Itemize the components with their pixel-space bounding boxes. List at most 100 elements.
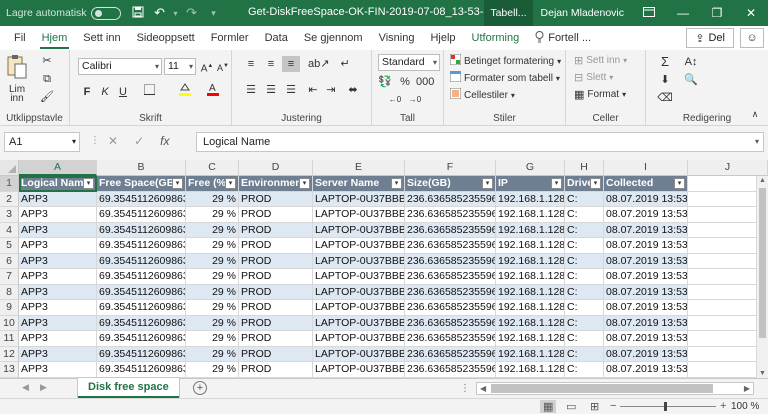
row-header-2[interactable]: 2 [0, 191, 19, 207]
table-cell[interactable]: 29 % [186, 253, 239, 269]
row-header-13[interactable]: 13 [0, 362, 19, 378]
number-format-select[interactable]: Standard ▾ [378, 54, 440, 71]
table-cell[interactable]: APP3 [19, 253, 97, 269]
table-cell[interactable]: 69.3545112609863 [97, 269, 186, 285]
table-header-cell[interactable]: Logical Name ▾ [19, 176, 97, 192]
align-right-icon[interactable]: ☰ [282, 82, 300, 98]
increase-indent-icon[interactable]: ⇥ [322, 82, 340, 98]
column-header-b[interactable]: B [97, 160, 186, 176]
row-header-11[interactable]: 11 [0, 331, 19, 347]
table-cell[interactable]: 08.07.2019 13:53 [604, 300, 688, 316]
table-cell[interactable]: 29 % [186, 346, 239, 362]
table-cell[interactable]: APP3 [19, 315, 97, 331]
column-header-j[interactable]: J [688, 160, 768, 176]
table-cell[interactable]: 192.168.1.128 [496, 253, 565, 269]
decrease-decimal-icon[interactable]: →0 [406, 92, 424, 108]
table-cell[interactable]: 192.168.1.128 [496, 315, 565, 331]
table-cell[interactable]: 192.168.1.128 [496, 207, 565, 223]
table-cell[interactable]: 08.07.2019 13:53 [604, 269, 688, 285]
shrink-font-icon[interactable]: A▼ [214, 58, 232, 74]
table-cell[interactable]: 08.07.2019 13:53 [604, 331, 688, 347]
table-cell[interactable]: 08.07.2019 13:53 [604, 362, 688, 378]
column-header-c[interactable]: C [186, 160, 239, 176]
row-header-5[interactable]: 5 [0, 238, 19, 254]
table-cell[interactable]: 236.636585235596 [405, 191, 496, 207]
align-bottom-icon[interactable]: ≡ [282, 56, 300, 72]
table-cell[interactable]: C: [565, 207, 604, 223]
italic-button[interactable]: K [96, 84, 114, 100]
table-cell[interactable]: APP3 [19, 346, 97, 362]
table-header-cell[interactable]: Free (%) ▾ [186, 176, 239, 192]
tab-home[interactable]: Hjem [34, 26, 76, 50]
align-center-icon[interactable]: ☰ [262, 82, 280, 98]
zoom-out-button[interactable]: − [610, 400, 616, 412]
comments-button[interactable]: ☺ [740, 28, 764, 48]
table-cell[interactable]: LAPTOP-0U37BBBD [313, 284, 405, 300]
table-cell[interactable]: 29 % [186, 300, 239, 316]
table-cell[interactable]: C: [565, 331, 604, 347]
tab-page-layout[interactable]: Sideoppsett [129, 26, 203, 50]
row-header-10[interactable]: 10 [0, 315, 19, 331]
minimize-button[interactable]: — [666, 6, 700, 20]
table-cell[interactable]: 192.168.1.128 [496, 269, 565, 285]
autosum-icon[interactable]: Σ [656, 54, 674, 70]
bold-button[interactable]: F [78, 84, 96, 100]
normal-view-icon[interactable]: ▦ [540, 400, 557, 413]
table-cell[interactable]: 69.3545112609863 [97, 253, 186, 269]
table-cell[interactable]: 69.3545112609863 [97, 207, 186, 223]
orientation-icon[interactable]: ab↗ [308, 56, 329, 72]
vertical-scroll-thumb[interactable] [759, 188, 766, 338]
table-cell[interactable]: LAPTOP-0U37BBBD [313, 253, 405, 269]
thousands-icon[interactable]: 000 [416, 74, 434, 90]
column-header-f[interactable]: F [405, 160, 496, 176]
table-cell[interactable]: LAPTOP-0U37BBBD [313, 315, 405, 331]
filter-dropdown-icon[interactable]: ▾ [482, 178, 493, 189]
zoom-level[interactable]: 100 % [731, 401, 759, 412]
tab-help[interactable]: Hjelp [422, 26, 463, 50]
merge-center-icon[interactable]: ⬌ [344, 82, 362, 98]
table-cell[interactable]: C: [565, 362, 604, 378]
align-middle-icon[interactable]: ≡ [262, 56, 280, 72]
delete-cells-button[interactable]: ⊟ Slett ▾ [574, 71, 613, 84]
font-size-select[interactable]: 11 ▾ [164, 58, 196, 75]
table-header-cell[interactable]: Environment ▾ [239, 176, 313, 192]
align-left-icon[interactable]: ☰ [242, 82, 260, 98]
insert-function-icon[interactable]: fx [160, 134, 169, 148]
table-cell[interactable]: APP3 [19, 238, 97, 254]
table-cell[interactable]: 08.07.2019 13:53 [604, 284, 688, 300]
filter-dropdown-icon[interactable]: ▾ [83, 178, 94, 189]
table-cell[interactable]: C: [565, 284, 604, 300]
save-icon[interactable] [127, 6, 149, 21]
horizontal-scrollbar[interactable]: ◀ ▶ [476, 382, 754, 395]
table-cell[interactable]: 192.168.1.128 [496, 191, 565, 207]
table-cell[interactable]: PROD [239, 207, 313, 223]
table-cell[interactable]: 69.3545112609863 [97, 362, 186, 378]
table-cell[interactable]: LAPTOP-0U37BBBD [313, 222, 405, 238]
format-painter-icon[interactable]: 🖌 [38, 89, 56, 105]
currency-icon[interactable]: 💱 [376, 74, 394, 90]
table-header-cell[interactable]: Drive ▾ [565, 176, 604, 192]
table-header-cell[interactable]: IP ▾ [496, 176, 565, 192]
enter-icon[interactable]: ✓ [134, 134, 144, 148]
paste-button[interactable]: Lim inn [6, 54, 28, 104]
scroll-left-tabs-icon[interactable]: ◀ [22, 382, 29, 393]
add-sheet-button[interactable]: + [193, 381, 207, 395]
find-select-icon[interactable]: 🔍 [682, 72, 700, 88]
table-cell[interactable]: C: [565, 346, 604, 362]
tab-insert[interactable]: Sett inn [75, 26, 128, 50]
table-cell[interactable]: 69.3545112609863 [97, 331, 186, 347]
table-cell[interactable]: 236.636585235596 [405, 346, 496, 362]
table-cell[interactable]: 192.168.1.128 [496, 346, 565, 362]
align-top-icon[interactable]: ≡ [242, 56, 260, 72]
table-cell[interactable]: 192.168.1.128 [496, 238, 565, 254]
share-button[interactable]: ⇪ Del [686, 28, 734, 48]
redo-icon[interactable]: ↷ [181, 5, 203, 21]
scroll-right-tabs-icon[interactable]: ▶ [40, 382, 47, 393]
table-cell[interactable]: LAPTOP-0U37BBBD [313, 269, 405, 285]
table-cell[interactable]: C: [565, 191, 604, 207]
cell-styles-button[interactable]: Cellestiler ▾ [449, 87, 515, 102]
table-cell[interactable]: 08.07.2019 13:53 [604, 346, 688, 362]
filter-dropdown-icon[interactable]: ▾ [590, 178, 601, 189]
font-color-icon[interactable]: A [204, 82, 222, 98]
conditional-formatting-button[interactable]: Betinget formatering ▾ [449, 53, 561, 68]
